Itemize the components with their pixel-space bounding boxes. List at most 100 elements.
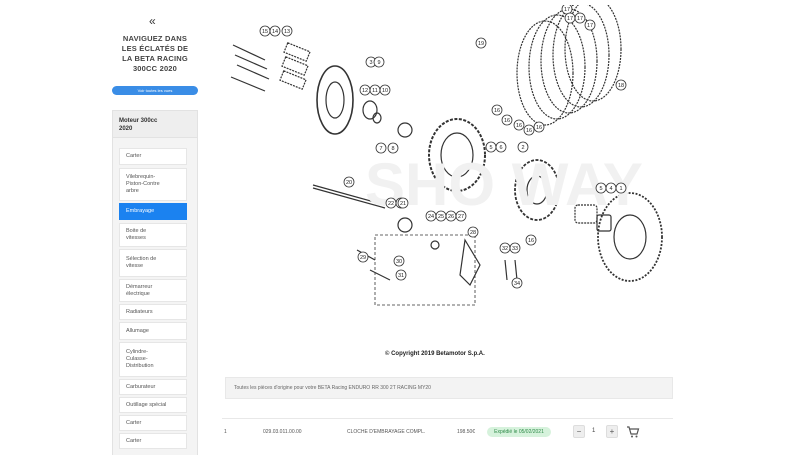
diagram-callout[interactable]: 30: [393, 255, 405, 267]
diagram-callout[interactable]: 10: [379, 84, 391, 96]
callout-number: 4: [609, 186, 612, 192]
quantity-value[interactable]: 1: [592, 428, 595, 434]
sidebar-item-line: Sélection de: [126, 256, 157, 262]
callout-number: 31: [398, 273, 404, 279]
sidebar-item-line: Culasse-: [126, 356, 148, 362]
sidebar-item-label: Radiateurs: [126, 309, 153, 316]
diagram-callout[interactable]: 17: [574, 12, 586, 24]
diagram-callout[interactable]: 15: [259, 25, 271, 37]
diagram-callout[interactable]: 16: [523, 124, 535, 136]
callout-number: 12: [362, 88, 368, 94]
callout-number: 9: [377, 60, 380, 66]
diagram-callout[interactable]: 4: [605, 182, 617, 194]
diagram-callout[interactable]: 17: [584, 19, 596, 31]
diagram-callout[interactable]: 34: [511, 277, 523, 289]
callout-number: 34: [514, 281, 520, 287]
callout-number: 28: [470, 230, 476, 236]
callout-number: 22: [388, 201, 394, 207]
sidebar-item[interactable]: Carburateur: [119, 379, 187, 395]
callout-number: 7: [379, 146, 382, 152]
sidebar-item-line: Embrayage: [126, 208, 155, 214]
sidebar-item[interactable]: Cylindre- Culasse- Distribution: [119, 342, 187, 377]
diagram-callout[interactable]: 9: [373, 56, 385, 68]
exploded-diagram: SHO WAY 15 14 13 3 9 12 11 10 8 7 17 17 17 17 19 18 16 16…: [225, 5, 671, 359]
diagram-callout[interactable]: 13: [281, 25, 293, 37]
diagram-callout[interactable]: 19: [475, 37, 487, 49]
diagram-callout[interactable]: 26: [445, 210, 457, 222]
parts-info-bar: Toutes les pièces d'origine pour votre B…: [225, 377, 673, 399]
diagram-callout[interactable]: 8: [387, 142, 399, 154]
diagram-callout[interactable]: 16: [501, 114, 513, 126]
parts-info-text: Toutes les pièces d'origine pour votre B…: [234, 385, 431, 391]
callout-number: 15: [262, 29, 268, 35]
sidebar-item[interactable]: Allumage: [119, 322, 187, 340]
collapse-icon[interactable]: «: [149, 14, 156, 28]
part-index: 1: [224, 429, 227, 435]
diagram-callout[interactable]: 25: [435, 210, 447, 222]
sidebar-item[interactable]: Sélection de vitesse: [119, 249, 187, 277]
callout-number: 5: [599, 186, 602, 192]
sidebar-item-label: Démarreur électrique: [126, 284, 152, 298]
callout-number: 3: [369, 60, 372, 66]
sidebar-item-line: Distribution: [126, 363, 154, 369]
callout-number: 5: [489, 145, 492, 151]
diagram-callout[interactable]: 7: [375, 142, 387, 154]
diagram-callout[interactable]: 1: [615, 182, 627, 194]
view-all-button[interactable]: Voir toutes les vues: [112, 86, 198, 95]
section-header-moteur[interactable]: Moteur 300cc 2020: [112, 110, 198, 138]
quantity-decrease-button[interactable]: −: [573, 425, 585, 438]
diagram-copyright: © Copyright 2019 Betamotor S.p.A.: [385, 351, 485, 357]
sidebar-item[interactable]: Carter: [119, 433, 187, 449]
sidebar-item[interactable]: Embrayage: [119, 203, 187, 220]
diagram-callout[interactable]: 2: [517, 141, 529, 153]
diagram-callout[interactable]: 32: [499, 242, 511, 254]
diagram-callout[interactable]: 17: [564, 12, 576, 24]
diagram-callout[interactable]: 5: [595, 182, 607, 194]
diagram-callout[interactable]: 29: [357, 251, 369, 263]
diagram-callout[interactable]: 33: [509, 242, 521, 254]
diagram-callout[interactable]: 27: [455, 210, 467, 222]
callout-number: 26: [448, 214, 454, 220]
diagram-callout[interactable]: 11: [369, 84, 381, 96]
sidebar-item[interactable]: Outillage spécial: [119, 397, 187, 413]
callout-number: 30: [396, 259, 402, 265]
sidebar-item-label: Sélection de vitesse: [126, 256, 156, 270]
diagram-callout[interactable]: 14: [269, 25, 281, 37]
diagram-callout[interactable]: 6: [495, 141, 507, 153]
diagram-callout[interactable]: 31: [395, 269, 407, 281]
diagram-callout[interactable]: 28: [467, 226, 479, 238]
sidebar-item[interactable]: Boite de vitesses: [119, 223, 187, 247]
callout-number: 17: [587, 23, 593, 29]
callout-number: 16: [494, 108, 500, 114]
diagram-callout[interactable]: 20: [343, 176, 355, 188]
diagram-callout[interactable]: 16: [513, 119, 525, 131]
sidebar-item[interactable]: Radiateurs: [119, 304, 187, 320]
sidebar-item-line: vitesses: [126, 235, 146, 241]
callout-number: 18: [618, 83, 624, 89]
callout-number: 14: [272, 29, 278, 35]
add-to-cart-icon[interactable]: [626, 425, 640, 439]
sidebar-item[interactable]: Carter: [119, 415, 187, 431]
diagram-callout[interactable]: 18: [615, 79, 627, 91]
sidebar-item[interactable]: Carter: [119, 148, 187, 165]
diagram-callout[interactable]: 16: [525, 234, 537, 246]
diagram-callout[interactable]: 12: [359, 84, 371, 96]
diagram-callout[interactable]: 5: [485, 141, 497, 153]
callout-number: 17: [577, 16, 583, 22]
sidebar-item-label: Cylindre- Culasse- Distribution: [126, 349, 154, 370]
callout-number: 29: [360, 255, 366, 261]
sidebar-item-line: Radiateurs: [126, 308, 153, 315]
diagram-callout[interactable]: 22: [385, 197, 397, 209]
callout-number: 32: [502, 246, 508, 252]
diagram-callout[interactable]: 21: [397, 197, 409, 209]
diagram-callout[interactable]: 16: [491, 104, 503, 116]
part-price: 198.50€: [457, 429, 476, 435]
diagram-callout[interactable]: 16: [533, 121, 545, 133]
sidebar-item[interactable]: Vilebrequin- Piston-Contre arbre: [119, 168, 187, 201]
callout-number: 16: [536, 125, 542, 131]
quantity-increase-button[interactable]: +: [606, 425, 618, 438]
diagram-callout[interactable]: 24: [425, 210, 437, 222]
sidebar-item[interactable]: Démarreur électrique: [119, 279, 187, 302]
sidebar-item-label: Embrayage: [126, 208, 154, 215]
status-badge: Expédié le 05/02/2021: [487, 427, 551, 437]
